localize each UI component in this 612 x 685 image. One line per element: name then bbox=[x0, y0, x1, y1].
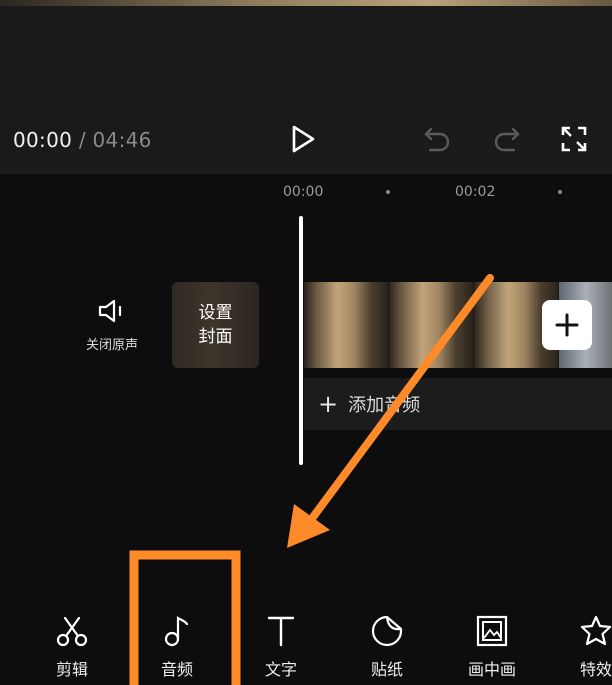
add-audio-plus-icon: + bbox=[318, 390, 339, 418]
undo-button[interactable] bbox=[420, 122, 454, 156]
time-tick: 00:00 bbox=[283, 184, 324, 200]
tick-dot bbox=[386, 190, 390, 194]
play-icon bbox=[292, 125, 315, 153]
music-note-icon bbox=[164, 615, 189, 647]
cover-label-line1: 设置 bbox=[198, 303, 233, 323]
tool-text[interactable]: 文字 bbox=[241, 612, 321, 680]
play-button[interactable] bbox=[286, 122, 320, 156]
picture-in-picture-icon bbox=[476, 615, 508, 647]
clip-thumbnail bbox=[389, 282, 474, 368]
current-time: 00:00 bbox=[13, 128, 73, 152]
tool-label: 音频 bbox=[160, 660, 193, 679]
redo-button[interactable] bbox=[490, 122, 524, 156]
set-cover-button[interactable]: 设置 封面 bbox=[172, 282, 259, 368]
fullscreen-icon bbox=[561, 126, 587, 152]
tool-label: 特效 bbox=[579, 660, 612, 679]
sticker-icon bbox=[371, 615, 403, 647]
mute-label: 关闭原声 bbox=[85, 338, 138, 353]
tool-label: 文字 bbox=[264, 660, 297, 679]
scissors-icon bbox=[56, 616, 88, 647]
add-audio-button[interactable]: + 添加音频 bbox=[304, 378, 612, 430]
total-time: 04:46 bbox=[92, 128, 152, 152]
effects-star-icon bbox=[580, 615, 612, 646]
tool-label: 画中画 bbox=[467, 660, 516, 679]
time-separator: / bbox=[78, 128, 86, 152]
tick-dot bbox=[558, 190, 562, 194]
plus-icon bbox=[555, 313, 579, 337]
tool-picture-in-picture[interactable]: 画中画 bbox=[452, 612, 532, 680]
clip-thumbnail bbox=[304, 282, 389, 368]
time-tick: 00:02 bbox=[455, 184, 496, 200]
text-icon bbox=[267, 616, 295, 647]
tool-effects[interactable]: 特效 bbox=[556, 612, 612, 680]
redo-icon bbox=[494, 127, 520, 152]
tool-edit[interactable]: 剪辑 bbox=[32, 612, 112, 680]
fullscreen-button[interactable] bbox=[557, 122, 591, 156]
tool-sticker[interactable]: 贴纸 bbox=[347, 612, 427, 680]
undo-icon bbox=[424, 127, 450, 152]
tool-label: 贴纸 bbox=[370, 660, 403, 679]
playback-time: 00:00 / 04:46 bbox=[13, 128, 152, 152]
add-clip-button[interactable] bbox=[542, 300, 592, 350]
speaker-icon bbox=[98, 299, 122, 323]
tool-label: 剪辑 bbox=[55, 660, 88, 679]
add-audio-label: 添加音频 bbox=[348, 395, 421, 416]
mute-original-audio-button[interactable]: 关闭原声 bbox=[82, 298, 142, 353]
playhead[interactable] bbox=[299, 216, 303, 465]
tool-audio[interactable]: 音频 bbox=[137, 612, 217, 680]
cover-label-line2: 封面 bbox=[198, 327, 233, 347]
